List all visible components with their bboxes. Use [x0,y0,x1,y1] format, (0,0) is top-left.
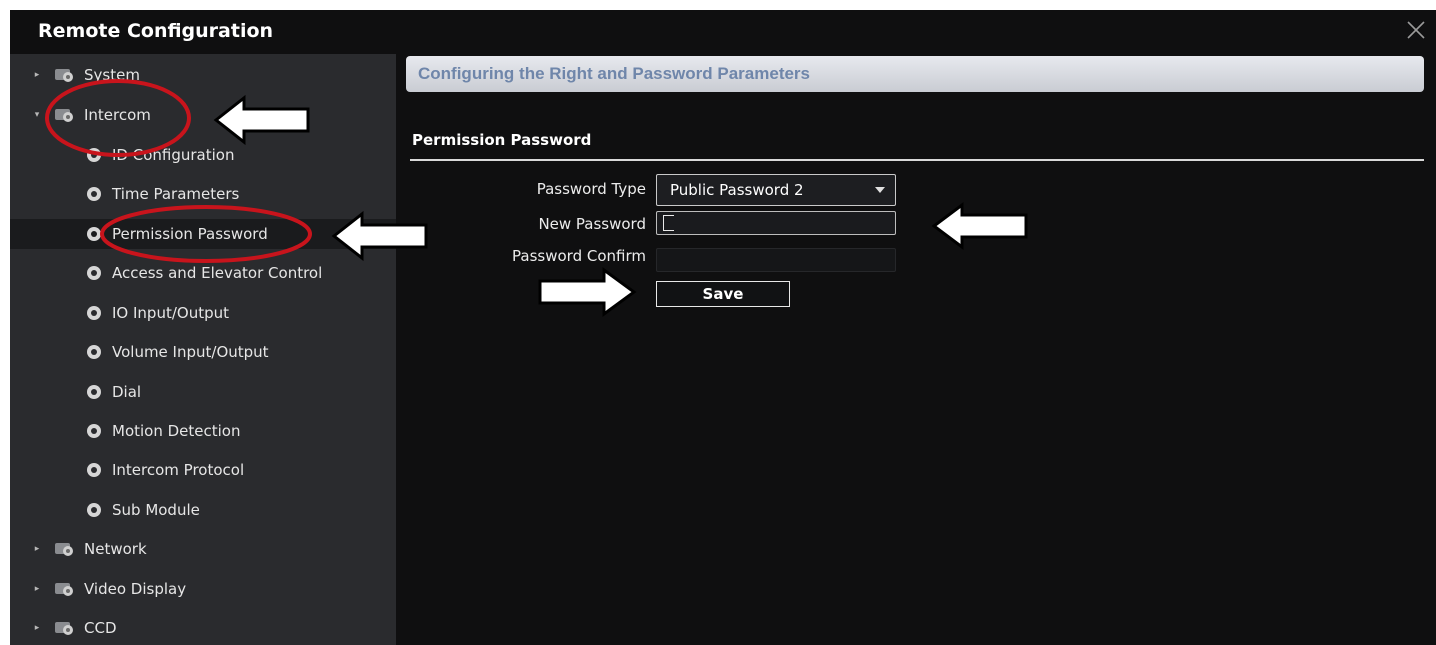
gear-icon [87,306,101,320]
tree-item-label: ID Configuration [112,146,235,164]
dropdown-arrow-icon[interactable] [875,187,885,193]
password-type-label: Password Type [536,180,646,198]
tree-item-label: Dial [112,383,142,401]
tree-item-label: Network [84,540,147,558]
gear-icon [87,503,101,517]
remote-configuration-window: Remote Configuration ▸ System ▾ Intercom [10,10,1436,645]
tree-item-network[interactable]: ▸ Network [30,534,390,564]
tree-item-label: Time Parameters [112,185,240,203]
folder-gear-icon [55,543,73,556]
tree-item-volume-input-output[interactable]: Volume Input/Output [84,337,390,367]
tree-item-label: Access and Elevator Control [112,264,323,282]
tree-item-label: IO Input/Output [112,304,229,322]
gear-icon [87,385,101,399]
gear-icon [87,148,101,162]
expand-arrow-icon[interactable]: ▸ [30,70,44,80]
tree-item-label: Motion Detection [112,422,241,440]
title-bar: Remote Configuration [10,10,1436,50]
gear-icon [87,187,101,201]
tree-item-label: Sub Module [112,501,200,519]
save-button[interactable]: Save [656,281,790,307]
text-cursor [663,215,674,231]
password-type-select[interactable]: Public Password 2 [656,174,896,206]
tree-item-access-elevator-control[interactable]: Access and Elevator Control [84,258,390,288]
tree-item-label: Intercom [84,106,151,124]
tree-item-io-input-output[interactable]: IO Input/Output [84,298,390,328]
gear-icon [87,424,101,438]
page-header: Configuring the Right and Password Param… [418,64,811,83]
main-panel: Configuring the Right and Password Param… [396,54,1436,645]
expand-arrow-icon[interactable]: ▸ [30,623,44,633]
tree-item-ccd[interactable]: ▸ CCD [30,613,390,643]
tree-item-time-parameters[interactable]: Time Parameters [84,179,390,209]
tree-item-label: CCD [84,619,117,637]
gear-icon [87,463,101,477]
expand-arrow-icon[interactable]: ▸ [30,584,44,594]
folder-gear-icon [55,622,73,635]
folder-gear-icon [55,69,73,82]
section-divider [410,159,1424,161]
password-type-value: Public Password 2 [670,181,804,199]
tree-item-label: System [84,66,140,84]
tree-item-label: Video Display [84,580,187,598]
close-icon[interactable] [1404,18,1428,42]
password-confirm-label: Password Confirm [512,247,646,265]
password-confirm-input[interactable] [656,248,896,272]
tree-item-intercom-protocol[interactable]: Intercom Protocol [84,455,390,485]
page-header-bar: Configuring the Right and Password Param… [406,56,1424,92]
gear-icon [87,266,101,280]
folder-gear-icon [55,109,73,122]
section-title: Permission Password [412,131,592,149]
gear-icon [87,227,101,241]
tree-item-system[interactable]: ▸ System [30,60,390,90]
window-title: Remote Configuration [38,20,274,42]
config-tree-sidebar: ▸ System ▾ Intercom ID Configuration Tim… [10,54,396,645]
collapse-arrow-icon[interactable]: ▾ [30,110,44,120]
tree-item-sub-module[interactable]: Sub Module [84,495,390,525]
tree-item-label: Intercom Protocol [112,461,245,479]
folder-gear-icon [55,583,73,596]
tree-item-id-configuration[interactable]: ID Configuration [84,140,390,170]
tree-item-intercom[interactable]: ▾ Intercom [30,100,390,130]
tree-item-video-display[interactable]: ▸ Video Display [30,574,390,604]
tree-item-label: Permission Password [112,225,268,243]
tree-item-motion-detection[interactable]: Motion Detection [84,416,390,446]
expand-arrow-icon[interactable]: ▸ [30,544,44,554]
new-password-label: New Password [538,215,646,233]
new-password-input[interactable] [656,211,896,235]
gear-icon [87,345,101,359]
tree-item-dial[interactable]: Dial [84,377,390,407]
tree-item-label: Volume Input/Output [112,343,269,361]
tree-item-permission-password[interactable]: Permission Password [10,219,396,249]
